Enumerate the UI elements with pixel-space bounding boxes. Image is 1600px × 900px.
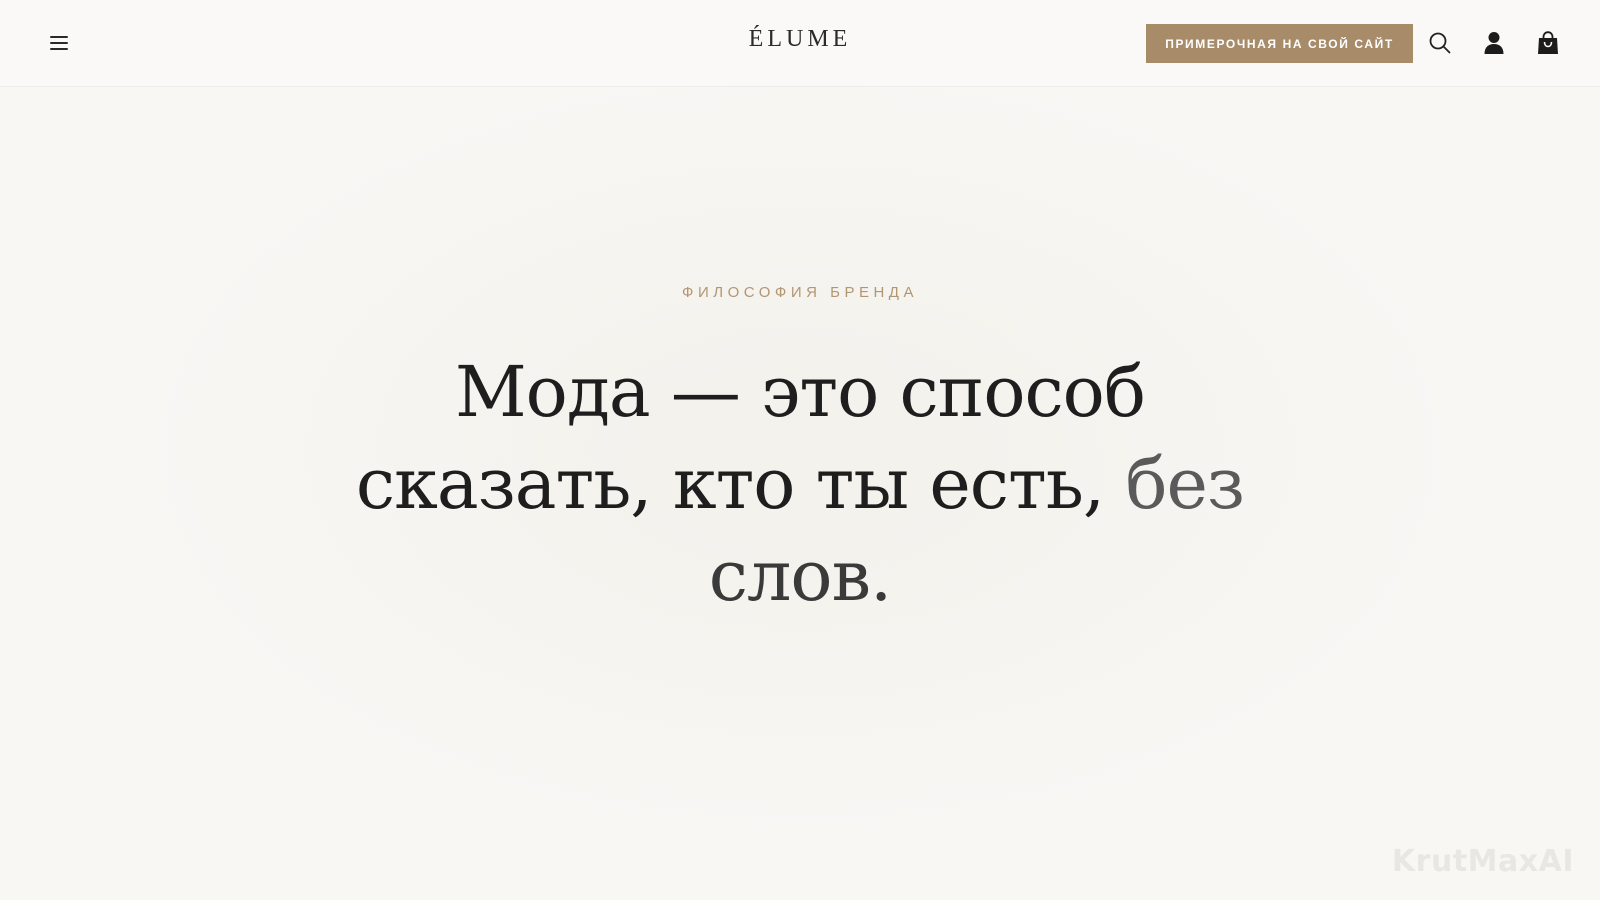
menu-icon-line <box>50 42 68 44</box>
watermark: KrutMaxAI <box>1391 844 1574 879</box>
logo[interactable]: ÉLUME <box>749 26 852 52</box>
shopping-bag-icon <box>1538 31 1558 54</box>
cart-button[interactable] <box>1533 28 1563 58</box>
menu-button[interactable] <box>48 33 72 53</box>
search-button[interactable] <box>1425 28 1455 58</box>
headline-line-3: слов. <box>708 535 892 617</box>
account-button[interactable] <box>1479 28 1509 58</box>
menu-icon-line <box>50 48 68 50</box>
section-eyebrow: ФИЛОСОФИЯ БРЕНДА <box>682 284 918 301</box>
headline-line-2: сказать, кто ты есть, <box>355 443 1105 525</box>
virtual-fitting-button[interactable]: ПРИМЕРОЧНАЯ НА СВОЙ САЙТ <box>1146 24 1413 63</box>
headline-line-1: Мода — это способ <box>455 351 1146 433</box>
site-header: ÉLUME ПРИМЕРОЧНАЯ НА СВОЙ САЙТ <box>0 0 1600 86</box>
headline-line-2-end: без <box>1125 443 1245 525</box>
page: ÉLUME ПРИМЕРОЧНАЯ НА СВОЙ САЙТ ФИЛОСОФИЯ… <box>0 0 1600 900</box>
user-icon <box>1484 32 1504 54</box>
hero-headline: Мода — это способ сказать, кто ты есть, … <box>340 346 1260 622</box>
search-icon <box>1429 32 1451 54</box>
menu-icon-line <box>50 36 68 38</box>
